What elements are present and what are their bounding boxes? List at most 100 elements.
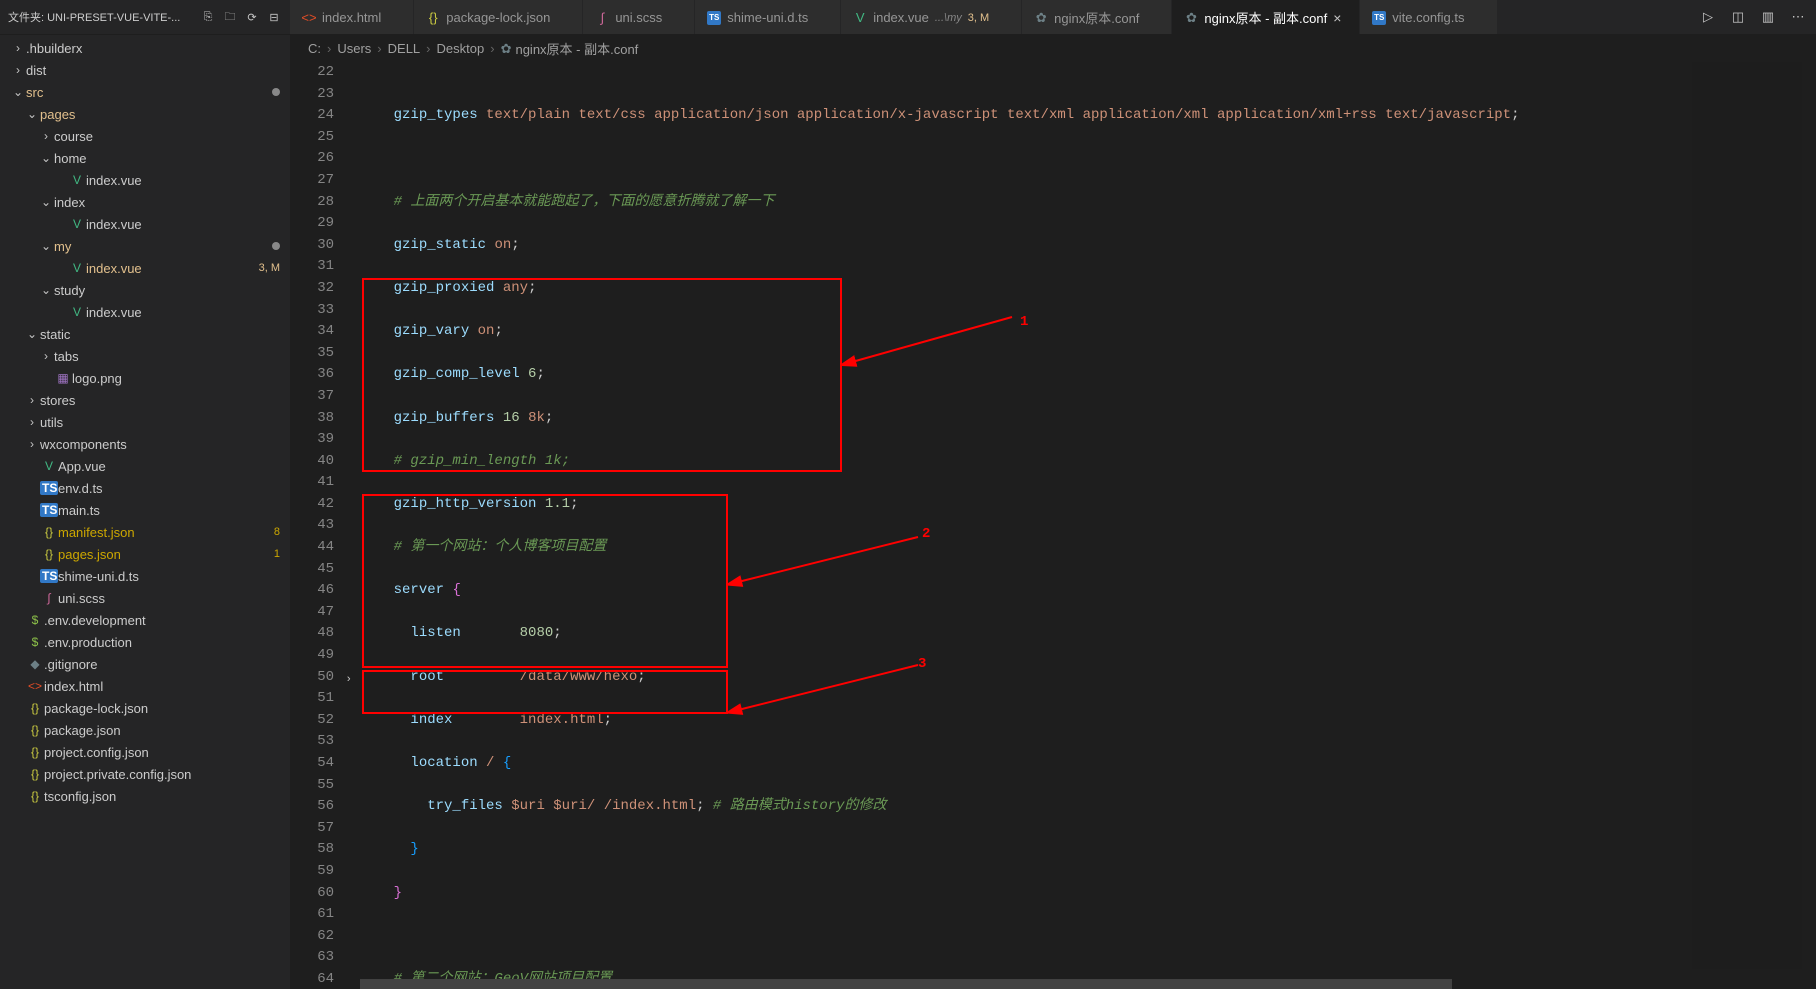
tree-item-name: .hbuilderx	[26, 41, 280, 56]
tree-file[interactable]: $.env.production	[0, 631, 290, 653]
close-tab-icon[interactable]: ×	[1333, 11, 1347, 25]
file-type-icon: $	[26, 635, 44, 649]
tree-file[interactable]: TSshime-uni.d.ts	[0, 565, 290, 587]
editor-tab[interactable]: ✿nginx原本 - 副本.conf×	[1172, 0, 1360, 34]
new-file-icon[interactable]: ⎘	[200, 9, 216, 25]
minimap[interactable]	[1692, 62, 1802, 969]
editor-tabs: <>index.html×{}package-lock.json×∫uni.sc…	[290, 0, 1690, 34]
editor-actions: ▷ ◫ ▥ ⋯	[1690, 0, 1816, 34]
tree-item-name: .env.development	[44, 613, 280, 628]
tree-folder[interactable]: ›stores	[0, 389, 290, 411]
tree-item-name: uni.scss	[58, 591, 280, 606]
line-number: 48	[290, 623, 334, 645]
tab-path-suffix: ...\my	[935, 12, 962, 24]
tree-file[interactable]: ∫uni.scss	[0, 587, 290, 609]
tree-file[interactable]: {}manifest.json8	[0, 521, 290, 543]
tree-file[interactable]: {}project.private.config.json	[0, 763, 290, 785]
fold-icon[interactable]: ›	[345, 670, 352, 692]
explorer-title: 文件夹: UNI-PRESET-VUE-VITE-...	[8, 9, 194, 25]
tree-folder[interactable]: ›dist	[0, 59, 290, 81]
line-number: 49	[290, 645, 334, 667]
file-type-icon: {}	[26, 723, 44, 737]
line-number: 53	[290, 731, 334, 753]
tree-file[interactable]: VApp.vue	[0, 455, 290, 477]
tree-item-name: App.vue	[58, 459, 280, 474]
editor-tab[interactable]: TSvite.config.ts×	[1360, 0, 1497, 34]
split-icon[interactable]: ◫	[1730, 9, 1746, 25]
tree-folder[interactable]: ›course	[0, 125, 290, 147]
file-type-icon: ✿	[501, 41, 512, 57]
line-number: 51	[290, 688, 334, 710]
tree-file[interactable]: Vindex.vue	[0, 301, 290, 323]
tree-file[interactable]: Vindex.vue	[0, 213, 290, 235]
editor-tab[interactable]: <>index.html×	[290, 0, 414, 34]
breadcrumb-segment[interactable]: Users	[337, 41, 371, 56]
tree-folder[interactable]: ›utils	[0, 411, 290, 433]
tree-folder[interactable]: ⌄static	[0, 323, 290, 345]
collapse-icon[interactable]: ⊟	[266, 9, 282, 25]
tree-file[interactable]: Vindex.vue3, M	[0, 257, 290, 279]
breadcrumbs[interactable]: C:›Users›DELL›Desktop›✿ nginx原本 - 副本.con…	[290, 35, 1816, 62]
tree-file[interactable]: ◆.gitignore	[0, 653, 290, 675]
tree-file[interactable]: Vindex.vue	[0, 169, 290, 191]
tree-folder[interactable]: ⌄my	[0, 235, 290, 257]
new-folder-icon[interactable]: 🗀	[222, 9, 238, 25]
tree-item-name: manifest.json	[58, 525, 274, 540]
refresh-icon[interactable]: ⟳	[244, 9, 260, 25]
line-number: 50›	[290, 667, 334, 689]
tab-label: nginx原本.conf	[1054, 8, 1139, 27]
tree-folder[interactable]: ›.hbuilderx	[0, 37, 290, 59]
line-number: 34	[290, 321, 334, 343]
tree-folder[interactable]: ⌄index	[0, 191, 290, 213]
tree-badge: 1	[274, 548, 280, 560]
tree-item-name: project.config.json	[44, 745, 280, 760]
chevron-icon: ⌄	[24, 327, 40, 341]
chevron-icon: ⌄	[38, 151, 54, 165]
breadcrumb-segment[interactable]: Desktop	[437, 41, 485, 56]
breadcrumb-segment[interactable]: DELL	[388, 41, 421, 56]
tree-item-name: shime-uni.d.ts	[58, 569, 280, 584]
tree-folder[interactable]: ›wxcomponents	[0, 433, 290, 455]
file-type-icon: ▦	[54, 371, 72, 385]
horizontal-scrollbar[interactable]	[360, 979, 1816, 989]
tree-file[interactable]: {}tsconfig.json	[0, 785, 290, 807]
file-explorer[interactable]: ›.hbuilderx›dist⌄src⌄pages›course⌄homeVi…	[0, 35, 290, 989]
tree-file[interactable]: TSmain.ts	[0, 499, 290, 521]
run-icon[interactable]: ▷	[1700, 9, 1716, 25]
line-number: 35	[290, 343, 334, 365]
tree-folder[interactable]: ⌄home	[0, 147, 290, 169]
file-type-icon: TS	[707, 11, 721, 25]
editor-tab[interactable]: ∫uni.scss×	[583, 0, 695, 34]
tree-folder[interactable]: ⌄study	[0, 279, 290, 301]
tree-file[interactable]: {}pages.json1	[0, 543, 290, 565]
tree-folder[interactable]: ›tabs	[0, 345, 290, 367]
line-number: 47	[290, 602, 334, 624]
line-number: 56	[290, 796, 334, 818]
tree-file[interactable]: {}package-lock.json	[0, 697, 290, 719]
breadcrumb-segment[interactable]: C:	[308, 41, 321, 56]
line-number: 60	[290, 883, 334, 905]
tree-file[interactable]: {}package.json	[0, 719, 290, 741]
line-number: 36	[290, 364, 334, 386]
tree-file[interactable]: TSenv.d.ts	[0, 477, 290, 499]
tree-item-name: main.ts	[58, 503, 280, 518]
editor-tab[interactable]: TSshime-uni.d.ts×	[695, 0, 841, 34]
editor-tab[interactable]: {}package-lock.json×	[414, 0, 583, 34]
layout-icon[interactable]: ▥	[1760, 9, 1776, 25]
editor-tab[interactable]: ✿nginx原本.conf×	[1022, 0, 1172, 34]
more-icon[interactable]: ⋯	[1790, 9, 1806, 25]
tree-item-name: logo.png	[72, 371, 280, 386]
breadcrumb-segment[interactable]: nginx原本 - 副本.conf	[515, 39, 638, 58]
tree-folder[interactable]: ⌄src	[0, 81, 290, 103]
code-content[interactable]: gzip_types text/plain text/css applicati…	[360, 62, 1816, 989]
tree-file[interactable]: $.env.development	[0, 609, 290, 631]
editor-tab[interactable]: Vindex.vue...\my3, M×	[841, 0, 1022, 34]
tree-folder[interactable]: ⌄pages	[0, 103, 290, 125]
line-number: 64	[290, 969, 334, 989]
tree-file[interactable]: ▦logo.png	[0, 367, 290, 389]
chevron-icon: ›	[24, 393, 40, 407]
tree-item-name: stores	[40, 393, 280, 408]
tree-file[interactable]: <>index.html	[0, 675, 290, 697]
tree-file[interactable]: {}project.config.json	[0, 741, 290, 763]
tree-item-name: index.vue	[86, 217, 280, 232]
